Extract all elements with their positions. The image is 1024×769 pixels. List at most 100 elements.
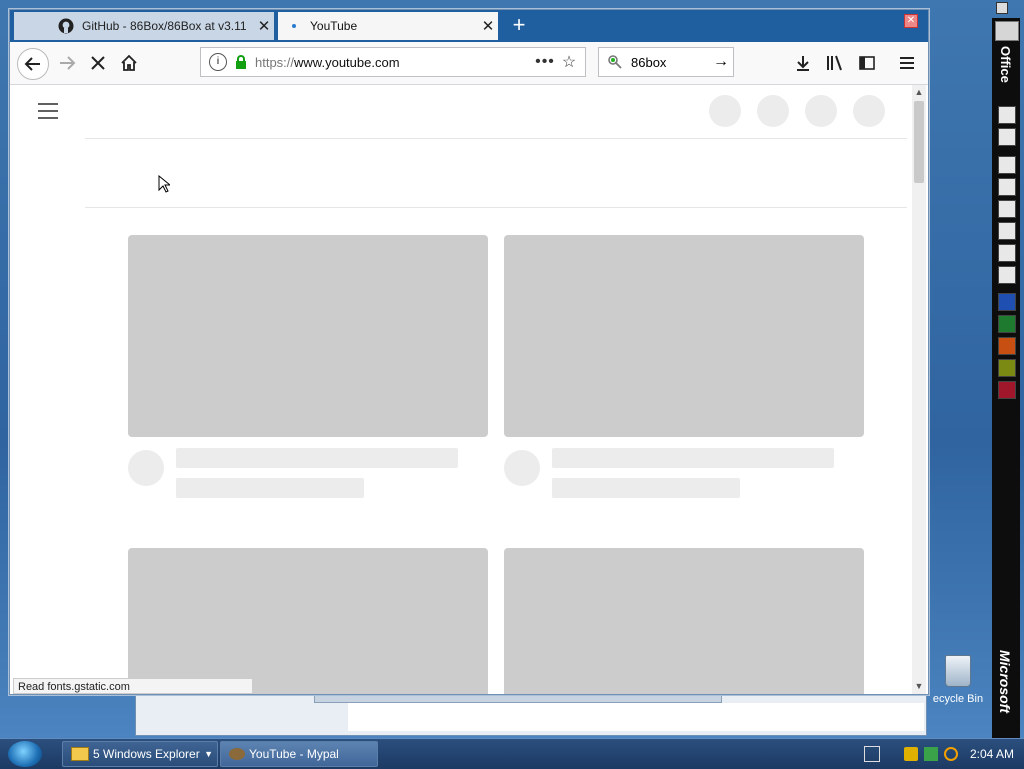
system-tray: 2:04 AM xyxy=(864,741,1024,767)
new-tab-button[interactable]: + xyxy=(508,14,530,38)
video-card-placeholder[interactable] xyxy=(128,235,488,498)
folder-icon[interactable] xyxy=(995,21,1019,41)
home-button[interactable] xyxy=(114,48,144,78)
network-icon[interactable] xyxy=(924,747,938,761)
chevron-down-icon: ▼ xyxy=(204,749,213,759)
publisher-icon[interactable] xyxy=(998,359,1016,377)
search-bar[interactable]: 86box → xyxy=(598,47,734,77)
thumbnail-placeholder xyxy=(128,235,488,437)
vertical-scrollbar[interactable]: ▲ ▼ xyxy=(912,85,926,694)
recycle-bin[interactable]: ecycle Bin xyxy=(928,655,988,705)
tab-github[interactable]: GitHub - 86Box/86Box at v3.11 ✕ xyxy=(14,12,274,40)
folder-icon xyxy=(71,747,89,761)
header-avatar-placeholder xyxy=(805,95,837,127)
scroll-up-icon[interactable]: ▲ xyxy=(914,87,924,97)
sidebar-toggle-button[interactable] xyxy=(852,48,882,78)
search-go-icon[interactable]: → xyxy=(709,53,733,71)
office-shortcut-bar: Office Microsoft xyxy=(992,18,1020,738)
info-icon[interactable]: i xyxy=(209,53,227,71)
library-button[interactable] xyxy=(820,48,850,78)
mail-icon[interactable] xyxy=(998,156,1016,174)
search-icon[interactable] xyxy=(944,747,958,761)
header-avatar-placeholder xyxy=(757,95,789,127)
video-card-placeholder[interactable] xyxy=(504,235,864,498)
close-tab-icon[interactable]: ✕ xyxy=(254,17,274,35)
meta-placeholder xyxy=(552,478,740,498)
desktop-corner-icon[interactable] xyxy=(996,2,1008,14)
navigation-toolbar: i https://www.youtube.com ••• ☆ 86box → xyxy=(10,42,928,85)
start-button[interactable] xyxy=(8,741,42,767)
calendar-icon[interactable] xyxy=(998,178,1016,196)
menu-button[interactable] xyxy=(892,48,922,78)
back-arrow-icon xyxy=(24,57,40,71)
download-icon xyxy=(797,56,809,71)
url-bar[interactable]: i https://www.youtube.com ••• ☆ xyxy=(200,47,586,77)
recycle-bin-label: ecycle Bin xyxy=(932,693,984,705)
scroll-down-icon[interactable]: ▼ xyxy=(914,681,924,691)
tab-bar: GitHub - 86Box/86Box at v3.11 ✕ YouTube … xyxy=(10,10,928,42)
header-avatar-placeholder xyxy=(709,95,741,127)
window-close-button[interactable]: ✕ xyxy=(904,14,918,28)
browser-window: GitHub - 86Box/86Box at v3.11 ✕ YouTube … xyxy=(9,9,929,695)
bookmark-star-icon[interactable]: ☆ xyxy=(557,52,581,72)
office-bar-brand: Microsoft xyxy=(997,650,1013,713)
office-app-icon[interactable] xyxy=(998,106,1016,124)
hamburger-menu-icon xyxy=(900,57,914,69)
contacts-icon[interactable] xyxy=(998,222,1016,240)
keyboard-icon[interactable] xyxy=(864,746,880,762)
meta-placeholder xyxy=(176,478,364,498)
tab-title: YouTube xyxy=(310,19,358,33)
loading-dot-icon xyxy=(286,18,302,34)
forward-arrow-icon xyxy=(60,56,76,70)
header-divider xyxy=(85,138,907,139)
chips-divider xyxy=(85,207,907,208)
page-actions-icon[interactable]: ••• xyxy=(533,53,557,71)
lock-icon[interactable] xyxy=(235,55,247,69)
taskbar-browser-button[interactable]: YouTube - Mypal xyxy=(220,741,378,767)
url-text[interactable]: https://www.youtube.com xyxy=(255,55,533,70)
tasks-icon[interactable] xyxy=(998,200,1016,218)
powerpoint-icon[interactable] xyxy=(998,337,1016,355)
status-text: Read fonts.gstatic.com xyxy=(13,678,253,694)
guide-menu-icon[interactable] xyxy=(38,103,58,119)
background-window-content xyxy=(348,703,924,731)
background-window[interactable] xyxy=(135,694,927,736)
taskbar-browser-label: YouTube - Mypal xyxy=(249,747,339,761)
thumbnail-placeholder xyxy=(504,235,864,437)
library-icon xyxy=(827,55,842,71)
excel-icon[interactable] xyxy=(998,315,1016,333)
back-button[interactable] xyxy=(17,48,49,80)
close-tab-icon[interactable]: ✕ xyxy=(478,17,498,35)
title-placeholder xyxy=(552,448,834,468)
scrollbar-thumb[interactable] xyxy=(914,101,924,183)
taskbar-explorer-label: 5 Windows Explorer xyxy=(93,747,200,761)
video-card-placeholder[interactable] xyxy=(128,548,488,694)
url-host: www.youtube.com xyxy=(294,54,400,70)
browser-app-icon xyxy=(229,748,245,760)
office-bar-title: Office xyxy=(998,46,1013,83)
search-input[interactable]: 86box xyxy=(631,55,709,70)
home-icon xyxy=(121,54,137,71)
search-engine-icon[interactable] xyxy=(607,54,623,70)
journal-icon[interactable] xyxy=(998,244,1016,262)
page-content xyxy=(10,85,912,694)
tab-youtube[interactable]: YouTube ✕ xyxy=(278,12,498,40)
stop-button[interactable] xyxy=(83,48,113,78)
title-placeholder xyxy=(176,448,458,468)
github-icon xyxy=(58,18,74,34)
sidebar-icon xyxy=(859,56,875,70)
taskbar-explorer-button[interactable]: 5 Windows Explorer ▼ xyxy=(62,741,218,767)
thumbnail-placeholder xyxy=(504,548,864,694)
office-app-icon[interactable] xyxy=(998,128,1016,146)
downloads-button[interactable] xyxy=(788,48,818,78)
forward-button[interactable] xyxy=(52,48,82,78)
background-window-strip xyxy=(314,695,722,703)
taskbar: 5 Windows Explorer ▼ YouTube - Mypal 2:0… xyxy=(0,738,1024,769)
word-icon[interactable] xyxy=(998,293,1016,311)
clock[interactable]: 2:04 AM xyxy=(970,747,1014,761)
video-card-placeholder[interactable] xyxy=(504,548,864,694)
channel-avatar-placeholder xyxy=(128,450,164,486)
access-icon[interactable] xyxy=(998,381,1016,399)
notes-icon[interactable] xyxy=(998,266,1016,284)
security-shield-icon[interactable] xyxy=(904,747,918,761)
